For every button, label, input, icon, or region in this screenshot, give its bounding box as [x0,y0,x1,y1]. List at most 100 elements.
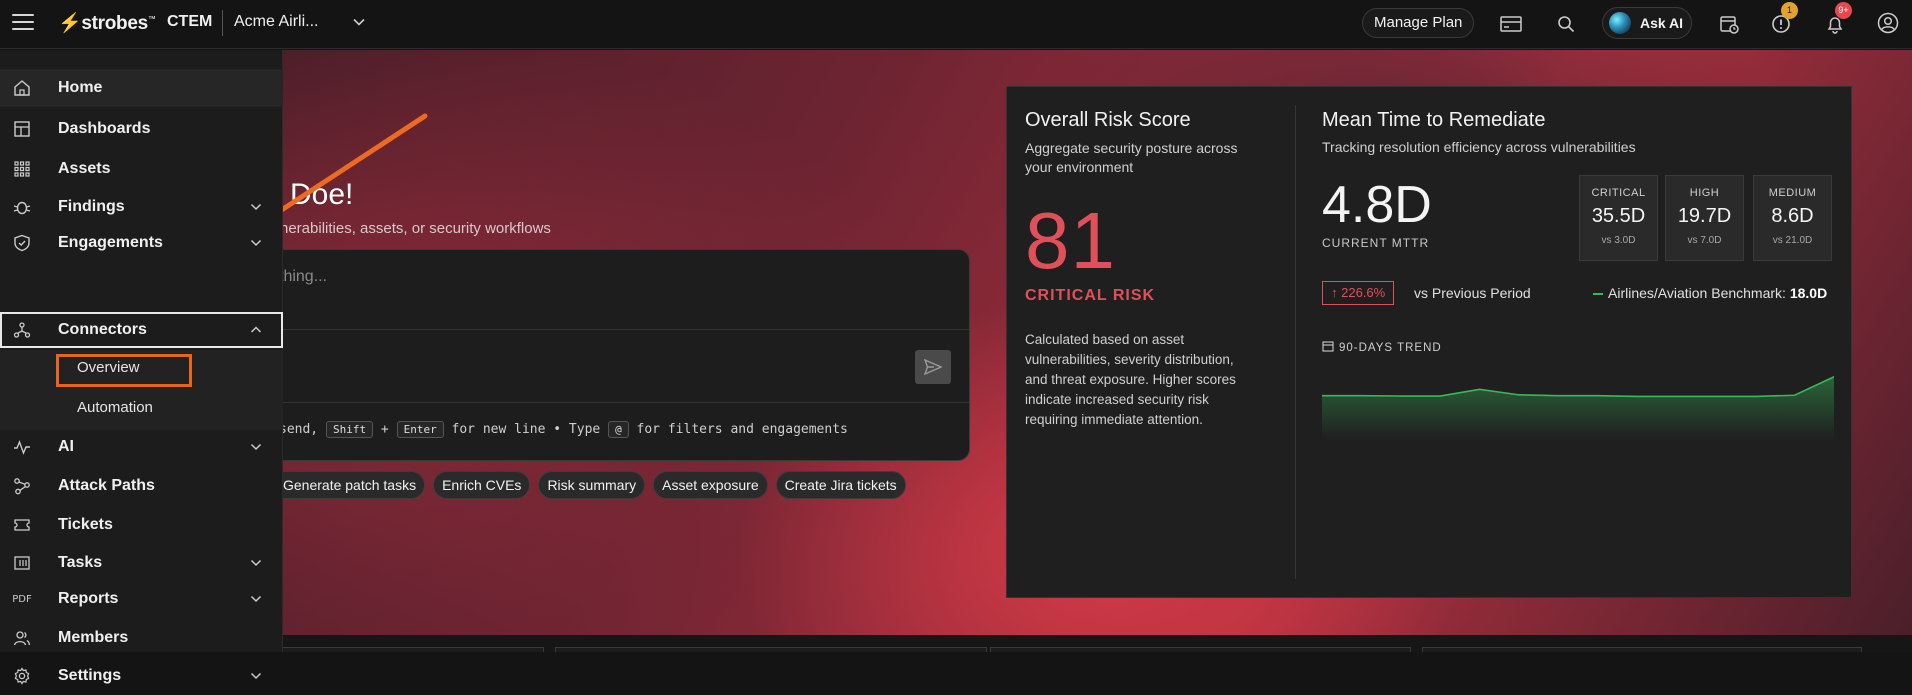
mttr-value: 4.8D [1322,176,1432,234]
send-icon [924,359,942,375]
enter-key: Enter [396,421,444,438]
risk-level-label: CRITICAL RISK [1025,287,1156,304]
severity-card-medium: MEDIUM 8.6D vs 21.0D [1753,175,1832,261]
mttr-title: Mean Time to Remediate [1322,109,1546,131]
gear-icon [13,667,31,685]
sidebar-item-ai[interactable]: AI [0,428,283,466]
sidebar-item-label: Tasks [58,554,103,571]
chevron-down-icon [250,672,262,680]
severity-value: 19.7D [1677,205,1732,227]
sidebar-item-engagements[interactable]: Engagements [0,224,283,262]
search-icon[interactable] [1554,12,1578,36]
sidebar-subitem-automation[interactable]: Automation [0,390,283,426]
mttr-trend-sparkline [1322,376,1834,440]
sidebar: Home Dashboards Assets Findings Engageme… [0,50,283,685]
bell-icon[interactable]: 9+ [1823,2,1852,36]
sidebar-item-label: Members [58,629,129,646]
sidebar-item-tasks[interactable]: Tasks [0,544,283,582]
bug-icon [13,198,31,216]
sidebar-item-label: AI [58,438,74,455]
severity-name: CRITICAL [1591,187,1646,199]
severity-value: 35.5D [1591,205,1646,227]
shift-key: Shift [325,421,374,438]
sidebar-item-findings[interactable]: Findings [0,188,283,226]
hint-text: + [380,422,389,437]
trend-label-text: 90-DAYS TREND [1339,342,1442,354]
menu-icon[interactable] [12,14,34,30]
risk-score-value: 81 [1025,196,1116,285]
delta-value: 226.6% [1341,285,1386,300]
chevron-down-icon[interactable] [352,15,366,29]
severity-card-critical: CRITICAL 35.5D vs 3.0D [1579,175,1658,261]
user-avatar-icon[interactable] [1877,12,1899,34]
attack-paths-icon [13,477,31,495]
risk-score-description: Aggregate security posture across your e… [1025,140,1238,175]
sidebar-item-label: Tickets [58,516,113,533]
risk-overview-panel: Overall Risk Score Aggregate security po… [1006,86,1852,598]
calendar-clock-icon[interactable] [1717,12,1741,36]
benchmark-label: Airlines/Aviation Benchmark: [1608,285,1786,301]
divider [241,329,969,330]
divider [1295,105,1296,579]
ask-ai-button[interactable]: Ask AI [1602,7,1692,39]
severity-compare: vs 3.0D [1601,235,1636,246]
severity-name: HIGH [1689,187,1720,199]
severity-compare: vs 7.0D [1687,235,1722,246]
sidebar-item-assets[interactable]: Assets [0,150,283,188]
sidebar-item-settings[interactable]: Settings [0,657,283,695]
trend-area [1322,376,1834,440]
chevron-down-icon [250,443,262,451]
mttr-description: Tracking resolution efficiency across vu… [1322,139,1636,155]
risk-explanation: Calculated based on asset vulnerabilitie… [1025,332,1236,427]
sidebar-item-dashboards[interactable]: Dashboards [0,110,283,148]
mttr-caption: CURRENT MTTR [1322,236,1430,250]
billing-card-icon[interactable] [1499,12,1523,36]
sidebar-item-tickets[interactable]: Tickets [0,506,283,544]
chevron-down-icon [250,239,262,247]
sidebar-item-home[interactable]: Home [0,69,283,107]
suggestion-chips: Generate patch tasks Enrich CVEs Risk su… [275,471,906,499]
severity-value: 8.6D [1771,205,1814,227]
shield-check-icon [13,234,31,252]
sidebar-item-reports[interactable]: PDF Reports [0,580,283,618]
alert-icon[interactable]: 1 [1769,2,1798,36]
keyboard-hint: send, Shift + Enter for new line • Type … [279,421,848,438]
sidebar-item-label: Home [58,79,103,96]
hint-text: for filters and engagements [636,422,848,437]
app-logo[interactable]: ⚡strobes™ [58,11,156,35]
chip-generate-patch-tasks[interactable]: Generate patch tasks [275,471,426,499]
chip-enrich-cves[interactable]: Enrich CVEs [433,471,531,499]
sidebar-item-attack-paths[interactable]: Attack Paths [0,467,283,505]
ticket-icon [13,516,31,534]
manage-plan-button[interactable]: Manage Plan [1362,8,1475,38]
sidebar-item-label: Findings [58,198,125,215]
sidebar-item-label: Assets [58,160,111,177]
sidebar-item-label: Engagements [58,234,163,251]
severity-compare: vs 21.0D [1772,235,1813,246]
chevron-down-icon [250,203,262,211]
benchmark-value: 18.0D [1789,285,1828,301]
hint-text: send, [279,422,319,437]
sidebar-item-label: Dashboards [58,120,151,137]
severity-name: MEDIUM [1768,187,1817,199]
sidebar-subitem-label: Automation [77,399,153,416]
tasks-icon [13,554,31,572]
ai-orb-icon [1609,12,1631,34]
bottom-cards-strip [232,635,1912,652]
send-button[interactable] [915,350,951,384]
chip-risk-summary[interactable]: Risk summary [538,471,646,499]
members-icon [13,629,31,647]
logo-bolt-icon: ⚡ [58,13,82,34]
sidebar-item-members[interactable]: Members [0,619,283,657]
overview-highlight-box [56,354,192,387]
benchmark-legend-line [1593,293,1603,296]
chip-asset-exposure[interactable]: Asset exposure [653,471,768,499]
trend-line [1322,376,1834,398]
sidebar-item-label: Attack Paths [58,477,155,494]
org-selector-label[interactable]: Acme Airli... [234,13,318,31]
chip-create-jira-tickets[interactable]: Create Jira tickets [775,471,906,499]
chevron-down-icon [250,559,262,567]
ask-ai-label: Ask AI [1640,15,1684,31]
hint-text: for new line • Type [451,422,601,437]
trend-label: 90-DAYS TREND [1322,340,1442,354]
